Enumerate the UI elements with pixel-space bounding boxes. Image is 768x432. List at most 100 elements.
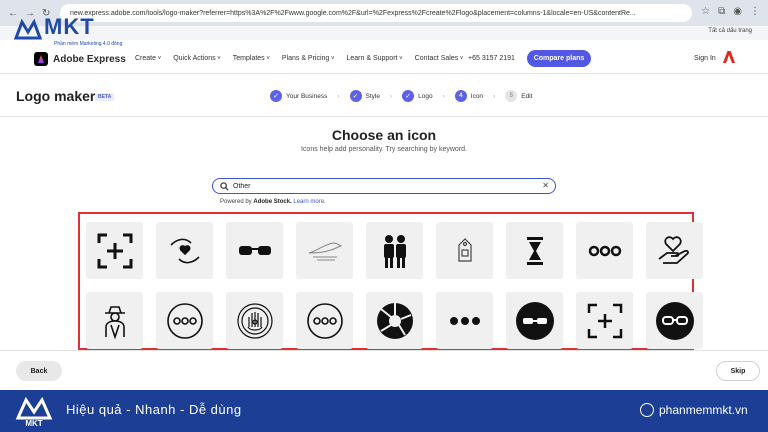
page-title: Logo maker: [16, 88, 96, 104]
powered-by-note: Powered by Adobe Stock. Learn more.: [220, 199, 326, 205]
section-heading: Choose an icon: [331, 127, 437, 143]
icon-results-highlight: [78, 212, 703, 350]
check-icon: ✓: [349, 90, 362, 102]
step-indicator: ✓ Your Business › ✓ Style › ✓ Logo › 4 I…: [270, 90, 532, 102]
search-icon: [220, 181, 229, 191]
icon-tile[interactable]: [226, 222, 283, 279]
powered-prefix: Powered by: [220, 199, 254, 205]
icon-tile[interactable]: [576, 222, 633, 279]
icon-tile[interactable]: [506, 222, 563, 279]
menu-icon[interactable]: ⋮: [750, 6, 760, 17]
three-dots-bold-icon: [449, 316, 480, 325]
menu-quick-actions[interactable]: Quick Actions: [173, 55, 221, 62]
icon-tile[interactable]: [366, 222, 423, 279]
search-input[interactable]: [233, 182, 533, 190]
site-header: Adobe Express Create Quick Actions Templ…: [0, 44, 768, 74]
add-frame-icon: [97, 233, 132, 268]
beta-badge: BETA: [95, 93, 115, 101]
menu-templates[interactable]: Templates: [233, 55, 270, 62]
step-style[interactable]: ✓ Style: [349, 90, 380, 102]
back-button[interactable]: Back: [16, 361, 62, 381]
menu-plans-pricing[interactable]: Plans & Pricing: [282, 55, 335, 62]
step-label: Style: [365, 92, 380, 100]
hands-heart-icon: [169, 238, 200, 263]
camera-shutter-icon: [376, 302, 413, 339]
icon-tile[interactable]: [576, 292, 633, 349]
mkt-logo-icon: [14, 18, 42, 40]
step-icon[interactable]: 4 Icon: [454, 90, 484, 102]
bookmarks-folder[interactable]: Tất cả dấu trang: [708, 28, 752, 34]
hand-heart-icon: [657, 235, 689, 264]
wizard-footer: Back Skip: [0, 350, 768, 390]
compare-plans-button[interactable]: Compare plans: [527, 50, 591, 67]
icon-tile[interactable]: [296, 222, 353, 279]
globe-icon: [640, 403, 654, 417]
icon-tile[interactable]: [646, 292, 703, 349]
step-number: 5: [505, 90, 518, 102]
step-number: 4: [454, 90, 467, 102]
clear-icon[interactable]: ✕: [542, 181, 549, 190]
main-menu: Create Quick Actions Templates Plans & P…: [135, 55, 463, 62]
phone-number[interactable]: +65 3157 2191: [468, 55, 515, 62]
step-edit[interactable]: 5 Edit: [505, 90, 532, 102]
menu-learn-support[interactable]: Learn & Support: [347, 55, 403, 62]
banner-website: phanmemmkt.vn: [640, 403, 748, 417]
icon-tile[interactable]: [436, 292, 493, 349]
hourglass-icon: [526, 236, 543, 265]
three-dots-circle-icon: [306, 302, 343, 339]
icon-results-grid: [86, 222, 703, 349]
adobe-logo-icon[interactable]: [723, 51, 735, 63]
sunglasses-circle-icon: [515, 301, 554, 340]
skip-button[interactable]: Skip: [716, 361, 760, 381]
step-label: Logo: [418, 92, 433, 100]
adobe-express-brand[interactable]: Adobe Express: [34, 52, 126, 66]
chevron-right-icon: ›: [389, 92, 393, 100]
step-label: Edit: [521, 92, 533, 100]
extensions-icon[interactable]: ⧉: [718, 6, 725, 17]
chevron-right-icon: ›: [337, 92, 340, 100]
spy-person-icon: [104, 305, 125, 340]
menu-create[interactable]: Create: [135, 55, 161, 62]
icon-tile[interactable]: [506, 292, 563, 349]
step-your-business[interactable]: ✓ Your Business: [270, 90, 327, 102]
hamsa-eye-icon: [236, 302, 273, 339]
learn-more-link[interactable]: Learn more.: [293, 199, 325, 205]
icon-tile[interactable]: [156, 292, 213, 349]
two-people-icon: [383, 234, 406, 268]
icon-tile[interactable]: [296, 292, 353, 349]
promo-banner: MKT Hiệu quả - Nhanh - Dễ dùng phanmemmk…: [0, 390, 768, 432]
icon-tile[interactable]: [86, 292, 143, 349]
price-tag-icon: [457, 237, 472, 262]
address-bar[interactable]: new.express.adobe.com/tools/logo-maker?r…: [60, 4, 692, 22]
menu-contact-sales[interactable]: Contact Sales: [415, 55, 464, 62]
mkt-brand: MKT: [44, 14, 95, 39]
sign-in-link[interactable]: Sign In: [694, 55, 716, 62]
icon-search-box[interactable]: ✕: [212, 178, 556, 194]
star-icon[interactable]: ☆: [701, 6, 710, 17]
mkt-watermark-logo: MKT Phần mềm Marketing 4.0 đồng: [14, 14, 134, 48]
icon-tile[interactable]: [226, 292, 283, 349]
step-label: Your Business: [286, 92, 328, 100]
chevron-right-icon: ›: [493, 92, 496, 100]
brand-label: Adobe Express: [53, 53, 126, 65]
icon-tile[interactable]: [436, 222, 493, 279]
add-frame-icon: [587, 303, 622, 338]
icon-tile[interactable]: [366, 292, 423, 349]
step-logo[interactable]: ✓ Logo: [402, 90, 433, 102]
step-label: Icon: [470, 92, 484, 100]
website-label: phanmemmkt.vn: [659, 403, 748, 417]
check-icon: ✓: [402, 90, 415, 102]
icon-tile[interactable]: [86, 222, 143, 279]
section-subheading: Icons help add personality. Try searchin…: [300, 146, 467, 153]
adobe-express-icon: [34, 52, 48, 66]
adobe-stock-label: Adobe Stock.: [253, 199, 292, 205]
icon-tile[interactable]: [156, 222, 213, 279]
icon-tile[interactable]: [646, 222, 703, 279]
glasses-circle-icon: [655, 301, 694, 340]
check-icon: ✓: [270, 90, 282, 102]
profile-icon[interactable]: ◉: [733, 6, 742, 17]
chevron-right-icon: ›: [442, 92, 445, 100]
mkt-banner-logo: MKT: [15, 396, 53, 428]
bird-sketch-icon: [308, 241, 342, 260]
progress-header: Logo maker BETA ✓ Your Business › ✓ Styl…: [0, 75, 768, 117]
